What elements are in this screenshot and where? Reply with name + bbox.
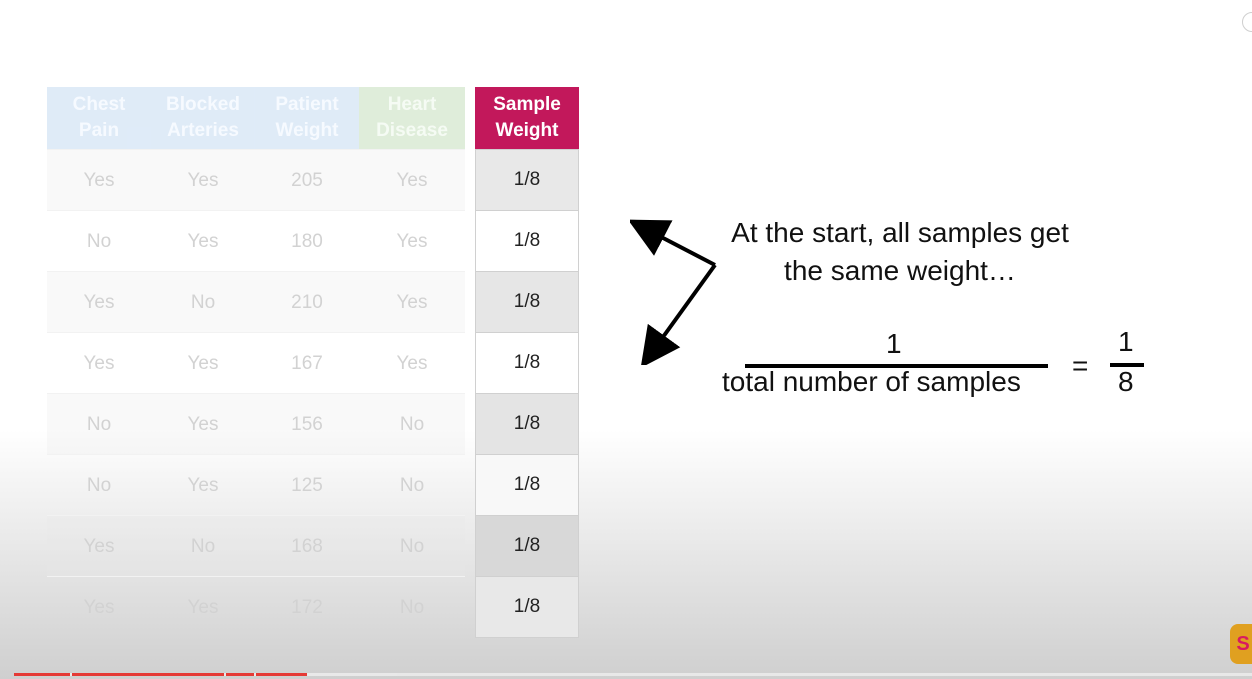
cell-patient-weight: 168 — [291, 535, 323, 557]
sample-weight-cell: 1/8 — [475, 149, 579, 211]
cell-patient-weight: 156 — [291, 413, 323, 435]
result-denominator: 8 — [1118, 366, 1134, 397]
formula-denominator: total number of samples — [722, 366, 1021, 397]
cell-heart-disease: Yes — [396, 169, 428, 191]
cell-blocked-arteries: Yes — [187, 352, 219, 374]
slide: Chest Pain Blocked Arteries Patient Weig… — [0, 0, 1252, 679]
progress-played-segment — [72, 673, 224, 676]
cell-heart-disease: Yes — [396, 291, 428, 313]
cell-blocked-arteries: Yes — [187, 413, 219, 435]
header-blocked-arteries: Blocked Arteries — [151, 87, 255, 149]
cell-chest-pain: Yes — [83, 352, 115, 374]
cell-heart-disease: Yes — [396, 230, 428, 252]
table-row: Yes Yes 167 Yes — [47, 332, 465, 394]
progress-played-segment — [226, 673, 254, 676]
cell-chest-pain: Yes — [83, 291, 115, 313]
header-patient-weight: Patient Weight — [255, 87, 359, 149]
cell-blocked-arteries: Yes — [187, 474, 219, 496]
table-row: No Yes 125 No — [47, 454, 465, 516]
table-row: No Yes 180 Yes — [47, 210, 465, 272]
sample-weight-cell: 1/8 — [475, 271, 579, 333]
cell-chest-pain: Yes — [83, 596, 115, 618]
cell-blocked-arteries: Yes — [187, 169, 219, 191]
explanation-line-1: At the start, all samples get — [731, 217, 1069, 248]
table-row: Yes Yes 205 Yes — [47, 149, 465, 211]
cell-heart-disease: No — [399, 596, 425, 618]
progress-played-segment — [256, 673, 307, 676]
cell-chest-pain: No — [86, 474, 112, 496]
cell-patient-weight: 180 — [291, 230, 323, 252]
cell-blocked-arteries: No — [190, 291, 216, 313]
cell-blocked-arteries: No — [190, 535, 216, 557]
sample-weight-cell: 1/8 — [475, 454, 579, 516]
cell-chest-pain: Yes — [83, 535, 115, 557]
header-heart-disease: Heart Disease — [359, 87, 465, 149]
sample-weight-cell: 1/8 — [475, 332, 579, 394]
sample-weight-cell: 1/8 — [475, 393, 579, 455]
result-numerator: 1 — [1118, 326, 1134, 357]
header-chest-pain: Chest Pain — [47, 87, 151, 149]
cell-heart-disease: No — [399, 413, 425, 435]
progress-buffer — [307, 673, 397, 676]
table-row: Yes Yes 172 No — [47, 576, 465, 638]
cell-patient-weight: 205 — [291, 169, 323, 191]
cell-chest-pain: No — [86, 230, 112, 252]
table-row: Yes No 210 Yes — [47, 271, 465, 333]
cell-heart-disease: No — [399, 535, 425, 557]
table-row: No Yes 156 No — [47, 393, 465, 455]
cell-chest-pain: No — [86, 413, 112, 435]
cell-blocked-arteries: Yes — [187, 596, 219, 618]
cell-patient-weight: 125 — [291, 474, 323, 496]
cell-blocked-arteries: Yes — [187, 230, 219, 252]
explanation-line-2: the same weight… — [784, 255, 1016, 286]
formula-equals: = — [1072, 350, 1089, 381]
explanation-text: At the start, all samples get the same w… — [690, 214, 1110, 290]
formula-numerator: 1 — [886, 328, 902, 359]
cell-patient-weight: 167 — [291, 352, 323, 374]
cell-heart-disease: No — [399, 474, 425, 496]
cell-chest-pain: Yes — [83, 169, 115, 191]
cell-patient-weight: 210 — [291, 291, 323, 313]
statquest-logo: S — [1230, 624, 1252, 664]
sample-weight-cell: 1/8 — [475, 576, 579, 638]
sample-weight-cell: 1/8 — [475, 210, 579, 272]
progress-played-segment — [14, 673, 70, 676]
sample-weight-cell: 1/8 — [475, 515, 579, 577]
table-header: Chest Pain Blocked Arteries Patient Weig… — [47, 87, 465, 149]
cell-heart-disease: Yes — [396, 352, 428, 374]
cell-patient-weight: 172 — [291, 596, 323, 618]
table-row: Yes No 168 No — [47, 515, 465, 577]
header-sample-weight: Sample Weight — [475, 87, 579, 149]
